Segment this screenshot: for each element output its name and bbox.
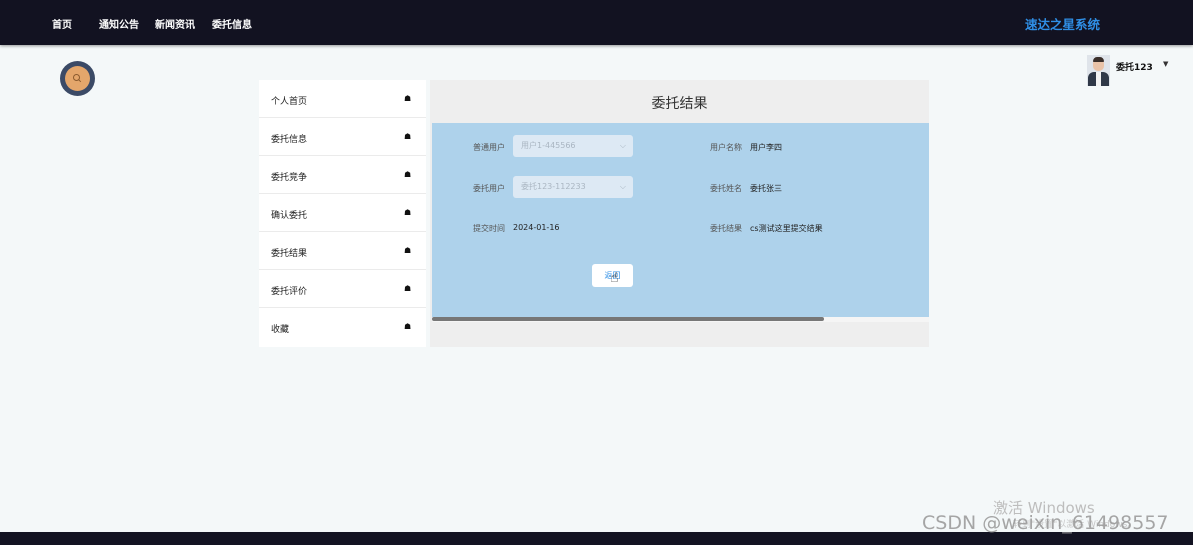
client-user-select-value: 委托123-112233 (521, 182, 586, 191)
client-user-select[interactable]: 委托123-112233 ⌵ (513, 176, 633, 198)
sidebar-item-label: 委托结果 (271, 249, 308, 259)
sidebar-item-label: 委托竞争 (271, 173, 308, 183)
nav-item-notices[interactable]: 通知公告 (99, 16, 139, 31)
sidebar-item-label: 委托评价 (271, 287, 308, 297)
sidebar-menu: 个人首页 ☗ 委托信息 ☗ 委托竞争 ☗ 确认委托 ☗ 委托结果 ☗ 委托评价 … (259, 80, 426, 347)
sidebar-item-label: 确认委托 (271, 211, 308, 221)
nav-item-news[interactable]: 新闻资讯 (155, 16, 195, 31)
caret-down-icon[interactable]: ▼ (1163, 60, 1168, 68)
horizontal-scrollbar[interactable] (432, 317, 929, 322)
home-icon: ☗ (404, 284, 412, 293)
scrollbar-thumb[interactable] (432, 317, 824, 321)
sidebar-item-commission-review[interactable]: 委托评价 ☗ (259, 270, 426, 308)
avatar-photo-icon[interactable] (1087, 55, 1110, 86)
sidebar-item-personal-home[interactable]: 个人首页 ☗ (259, 80, 426, 118)
sidebar-item-favorites[interactable]: 收藏 ☗ (259, 308, 426, 346)
client-user-label: 委托用户 (473, 184, 505, 193)
nav-item-commission-info[interactable]: 委托信息 (212, 16, 252, 31)
user-name-value: 用户李四 (750, 143, 782, 152)
home-icon: ☗ (404, 94, 412, 103)
sidebar-item-confirm-commission[interactable]: 确认委托 ☗ (259, 194, 426, 232)
normal-user-select-value: 用户1-445566 (521, 141, 576, 150)
result-value: cs测试这里提交结果 (750, 224, 823, 233)
page-title: 委托结果 (651, 96, 708, 112)
client-name-label: 委托姓名 (710, 184, 742, 193)
normal-user-label: 普通用户 (473, 143, 505, 152)
home-icon: ☗ (404, 170, 412, 179)
sidebar-item-commission-result[interactable]: 委托结果 ☗ (259, 232, 426, 270)
home-icon: ☗ (404, 246, 412, 255)
search-button[interactable] (60, 61, 95, 96)
username-label[interactable]: 委托123 (1116, 60, 1153, 73)
result-label: 委托结果 (710, 224, 742, 233)
chevron-down-icon: ⌵ (619, 182, 626, 191)
hand-cursor-icon: ☝ (610, 270, 619, 286)
sidebar-item-label: 委托信息 (271, 135, 308, 145)
result-panel: 委托结果 普通用户 用户1-445566 ⌵ 用户名称 用户李四 委托用户 委托… (430, 80, 929, 347)
chevron-down-icon: ⌵ (619, 141, 626, 150)
client-name-value: 委托张三 (750, 184, 782, 193)
csdn-watermark: CSDN @weixin_61498557 (922, 512, 1169, 534)
home-icon: ☗ (404, 132, 412, 141)
search-icon (65, 66, 90, 91)
home-icon: ☗ (404, 208, 412, 217)
sidebar-item-commission-competition[interactable]: 委托竞争 ☗ (259, 156, 426, 194)
sidebar-item-label: 个人首页 (271, 97, 308, 107)
submit-time-label: 提交时间 (473, 224, 505, 233)
result-form: 普通用户 用户1-445566 ⌵ 用户名称 用户李四 委托用户 委托123-1… (432, 123, 929, 317)
submit-time-value: 2024-01-16 (513, 223, 560, 232)
brand-title: 速达之星系统 (1025, 17, 1101, 32)
top-nav-bar: 首页 通知公告 新闻资讯 委托信息 速达之星系统 (0, 0, 1193, 45)
normal-user-select[interactable]: 用户1-445566 ⌵ (513, 135, 633, 157)
nav-item-home[interactable]: 首页 (52, 16, 72, 31)
sidebar-item-commission-info[interactable]: 委托信息 ☗ (259, 118, 426, 156)
user-name-label: 用户名称 (710, 143, 742, 152)
home-icon: ☗ (404, 322, 412, 331)
sidebar-item-label: 收藏 (271, 325, 290, 335)
